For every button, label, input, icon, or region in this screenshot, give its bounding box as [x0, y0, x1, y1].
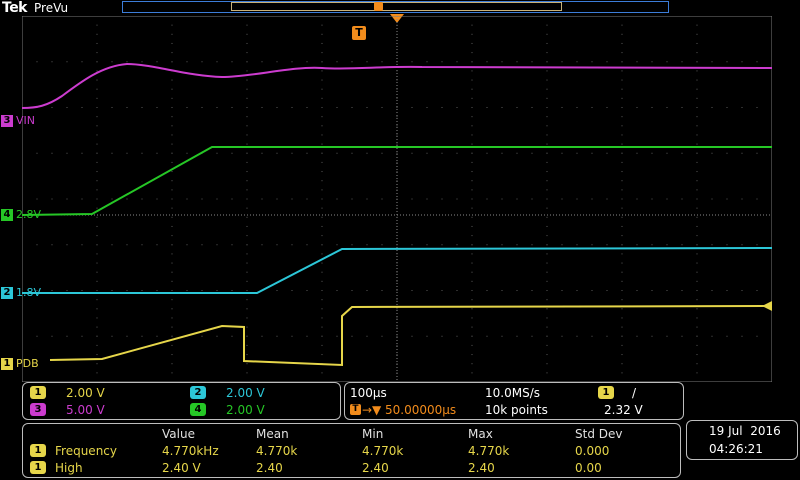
- measurement-source-badge: 1: [30, 461, 46, 474]
- header-mean: Mean: [256, 427, 289, 441]
- ch1-waveform: [49, 305, 772, 367]
- trigger-level-icon: [762, 301, 772, 311]
- ch1-scale: 2.00 V: [66, 386, 105, 400]
- ch3-badge[interactable]: 3: [30, 403, 46, 416]
- header-min: Min: [362, 427, 384, 441]
- record-trigger-icon: [374, 2, 383, 11]
- measurement-min: 4.770k: [362, 444, 404, 458]
- measurement-min: 2.40: [362, 461, 389, 475]
- ch4-badge[interactable]: 4: [190, 403, 206, 416]
- ch3-scale: 5.00 V: [66, 403, 105, 417]
- trigger-delay-arrow-icon: →▼: [362, 403, 382, 417]
- ch2-badge[interactable]: 2: [190, 386, 206, 399]
- measurement-value: 2.40 V: [162, 461, 201, 475]
- record-view-window[interactable]: [231, 2, 562, 11]
- trigger-delay-icon: T: [350, 404, 361, 415]
- ch1-badge[interactable]: 1: [30, 386, 46, 399]
- measurement-max: 2.40: [468, 461, 495, 475]
- ch2-label: 1.8V: [16, 286, 42, 299]
- header-value: Value: [162, 427, 195, 441]
- acquisition-mode: PreVu: [34, 1, 69, 15]
- measurement-source-badge: 1: [30, 444, 46, 457]
- ch1-ground-marker[interactable]: 1: [1, 358, 13, 370]
- measurement-std-dev: 0.000: [575, 444, 610, 458]
- time-per-division: 100µs: [350, 386, 387, 400]
- trigger-level: 2.32 V: [604, 403, 643, 417]
- trigger-delay: 50.00000µs: [385, 403, 457, 417]
- measurement-name: Frequency: [55, 444, 117, 458]
- ch1-label: PDB: [16, 357, 39, 370]
- header-max: Max: [468, 427, 493, 441]
- measurement-std-dev: 0.00: [575, 461, 602, 475]
- time-display: 04:26:21: [709, 442, 763, 456]
- measurement-value: 4.770kHz: [162, 444, 219, 458]
- ch2-ground-marker[interactable]: 2: [1, 287, 13, 299]
- date-display: 19 Jul 2016: [709, 424, 781, 438]
- trigger-slope: /: [632, 386, 637, 400]
- ch3-label: VIN: [16, 114, 35, 127]
- ch4-scale: 2.00 V: [226, 403, 265, 417]
- measurement-mean: 4.770k: [256, 444, 298, 458]
- record-length: 10k points: [485, 403, 548, 417]
- ch3-ground-marker[interactable]: 3: [1, 115, 13, 127]
- ch4-ground-marker[interactable]: 4: [1, 209, 13, 221]
- ch2-scale: 2.00 V: [226, 386, 265, 400]
- waveform-graticule[interactable]: [22, 16, 772, 382]
- trigger-source-badge[interactable]: 1: [598, 386, 614, 399]
- measurement-mean: 2.40: [256, 461, 283, 475]
- oscilloscope-screen: Tek PreVu T 3 VIN 4 2.8V 2 1.8V 1 PDB 1 …: [0, 0, 800, 480]
- header-std-dev: Std Dev: [575, 427, 623, 441]
- measurement-name: High: [55, 461, 83, 475]
- measurement-max: 4.770k: [468, 444, 510, 458]
- brand-logo: Tek: [2, 0, 28, 16]
- ch4-label: 2.8V: [16, 208, 42, 221]
- sample-rate: 10.0MS/s: [485, 386, 540, 400]
